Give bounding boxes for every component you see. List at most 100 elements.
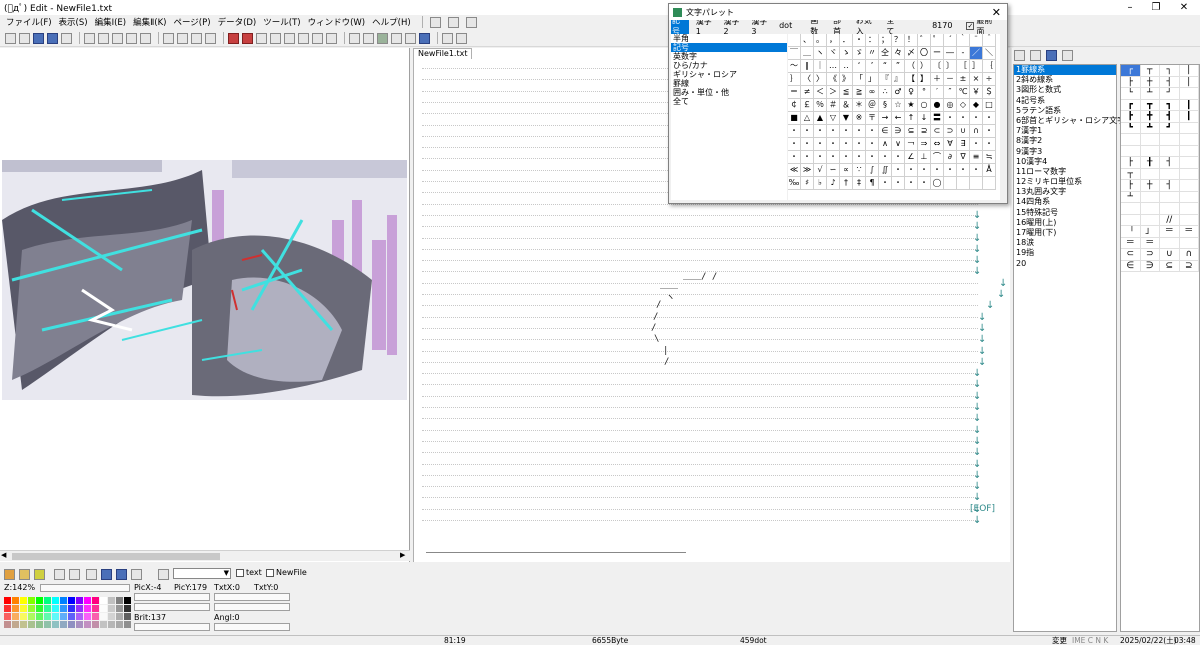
palette-symbol-cell[interactable]: ＆ <box>840 99 853 112</box>
palette-symbol-cell[interactable]: § <box>879 99 892 112</box>
palette-symbol-cell[interactable]: ゛ <box>918 34 931 47</box>
trace-image-pane[interactable]: ◀ ▶ <box>0 48 410 562</box>
palette-symbol-cell[interactable]: ☆ <box>892 99 905 112</box>
palette-symbol-cell[interactable]: ］ <box>970 60 983 73</box>
palette-symbol-cell[interactable]: ∧ <box>879 138 892 151</box>
palette-symbol-cell[interactable]: ・ <box>944 164 957 177</box>
right-glyph-cell[interactable]: ╋ <box>1140 111 1160 123</box>
new-file-icon[interactable] <box>5 32 16 44</box>
palette-symbol-cell[interactable]: 〇 <box>918 47 931 60</box>
palette-symbol-cell[interactable]: ○ <box>918 99 931 112</box>
palette-symbol-cell[interactable]: ⌒ <box>931 151 944 164</box>
palette-symbol-cell[interactable]: ・ <box>827 151 840 164</box>
rect-select-icon[interactable] <box>191 32 202 44</box>
palette-symbol-cell[interactable]: ・ <box>814 125 827 138</box>
palette-symbol-cell[interactable]: ゜ <box>931 34 944 47</box>
palette-symbol-cell[interactable]: ≒ <box>983 151 996 164</box>
palette-symbol-cell[interactable]: ・ <box>957 112 970 125</box>
palette-symbol-cell[interactable]: ［ <box>957 60 970 73</box>
palette-symbol-cell[interactable]: ＜ <box>814 86 827 99</box>
txtx-slider[interactable] <box>214 593 290 601</box>
right-glyph-cell[interactable]: ┻ <box>1140 122 1160 134</box>
right-glyph-cell[interactable]: ├ <box>1121 157 1141 169</box>
palette-symbol-cell[interactable]: 《 <box>827 73 840 86</box>
color-swatch[interactable] <box>52 613 59 620</box>
right-glyph-cell[interactable] <box>1121 203 1141 215</box>
palette-symbol-cell[interactable]: ・ <box>801 138 814 151</box>
palette-symbol-cell[interactable]: ・ <box>983 138 996 151</box>
palette-symbol-cell[interactable]: ・ <box>970 164 983 177</box>
color-swatch[interactable] <box>4 597 11 604</box>
palette-symbol-cell[interactable]: 〓 <box>931 112 944 125</box>
color-swatch[interactable] <box>92 621 99 628</box>
right-category-item[interactable]: 13丸囲み文字 <box>1014 187 1116 197</box>
right-glyph-cell[interactable]: // <box>1160 214 1180 226</box>
palette-symbol-cell[interactable]: ・ <box>840 125 853 138</box>
palette-symbol-cell[interactable]: ～ <box>788 60 801 73</box>
color-swatch[interactable] <box>108 621 115 628</box>
color-swatch[interactable] <box>20 605 27 612</box>
right-category-item[interactable]: 3図形と数式 <box>1014 85 1116 95</box>
color-swatch[interactable] <box>20 621 27 628</box>
menu-edit1[interactable]: 編集Ⅰ(E) <box>95 16 127 28</box>
right-glyph-cell[interactable]: ┬ <box>1121 168 1141 180</box>
dropdown-icon[interactable] <box>391 32 402 44</box>
palette-symbol-cell[interactable]: ∵ <box>853 164 866 177</box>
right-glyph-cell[interactable]: ┗ <box>1121 122 1141 134</box>
right-glyph-cell[interactable]: ┬ <box>1140 65 1160 77</box>
palette-symbol-cell[interactable]: ♭ <box>814 177 827 190</box>
palette-symbol-cell[interactable]: ‘ <box>853 60 866 73</box>
palette-symbol-cell[interactable]: ’ <box>866 60 879 73</box>
palette-symbol-cell[interactable]: ※ <box>853 112 866 125</box>
save-as-icon[interactable] <box>47 32 58 44</box>
palette-symbol-cell[interactable]: ・ <box>853 138 866 151</box>
palette-symbol-cell[interactable]: ♂ <box>892 86 905 99</box>
color-swatch[interactable] <box>44 621 51 628</box>
palette-symbol-cell[interactable]: ・ <box>879 151 892 164</box>
palette-symbol-cell[interactable]: ： <box>866 34 879 47</box>
color-swatch[interactable] <box>20 597 27 604</box>
right-glyph-cell[interactable]: ＝ <box>1121 237 1141 249</box>
right-glyph-cell[interactable] <box>1140 214 1160 226</box>
palette-icon[interactable] <box>405 32 416 44</box>
palette-symbol-cell[interactable]: ・ <box>827 125 840 138</box>
palette-symbol-cell[interactable]: ＄ <box>983 86 996 99</box>
palette-symbol-cell[interactable]: ↓ <box>918 112 931 125</box>
zoom-slider[interactable] <box>40 584 130 592</box>
close-icon[interactable]: ✕ <box>1170 0 1198 15</box>
palette-symbol-cell[interactable]: ！ <box>905 34 918 47</box>
palette-symbol-cell[interactable]: ＃ <box>827 99 840 112</box>
palette-symbol-cell[interactable]: ∪ <box>957 125 970 138</box>
palette-symbol-cell[interactable]: ・ <box>944 112 957 125</box>
palette-symbol-cell[interactable]: 〉 <box>814 73 827 86</box>
palette-symbol-cell[interactable]: ・ <box>853 151 866 164</box>
zoom-icon[interactable] <box>363 32 374 44</box>
palette-symbol-cell[interactable]: † <box>840 177 853 190</box>
palette-symbol-cell[interactable]: ． <box>840 34 853 47</box>
trim-icon[interactable] <box>312 32 323 44</box>
right-glyph-cell[interactable] <box>1121 134 1141 146</box>
palette-category-item[interactable]: ギリシャ・ロシア <box>671 70 787 79</box>
palette-symbol-cell[interactable]: ・ <box>970 112 983 125</box>
color-swatch[interactable] <box>108 605 115 612</box>
gear-icon[interactable] <box>1030 50 1041 61</box>
right-glyph-cell[interactable]: ┌ <box>1121 65 1141 77</box>
move-icon[interactable] <box>54 569 65 580</box>
palette-symbol-cell[interactable]: ・ <box>866 138 879 151</box>
picy-slider[interactable] <box>134 603 210 611</box>
color-swatch[interactable] <box>116 597 123 604</box>
arrange-icon[interactable] <box>465 16 477 28</box>
color-swatch[interactable] <box>76 605 83 612</box>
color-swatch[interactable] <box>92 613 99 620</box>
palette-symbol-cell[interactable]: ＼ <box>983 47 996 60</box>
palette-symbol-cell[interactable]: √ <box>814 164 827 177</box>
right-glyph-cell[interactable] <box>1179 237 1199 249</box>
palette-symbol-cell[interactable]: ← <box>892 112 905 125</box>
right-glyph-cell[interactable]: ∩ <box>1179 249 1199 261</box>
right-glyph-cell[interactable]: ┼ <box>1140 76 1160 88</box>
palette-category-item[interactable]: 罫線 <box>671 79 787 88</box>
palette-symbol-cell[interactable]: ≦ <box>840 86 853 99</box>
palette-category-item[interactable]: 英数字 <box>671 52 787 61</box>
palette-symbol-cell[interactable]: ♀ <box>905 86 918 99</box>
palette-symbol-cell[interactable]: ゝ <box>840 47 853 60</box>
